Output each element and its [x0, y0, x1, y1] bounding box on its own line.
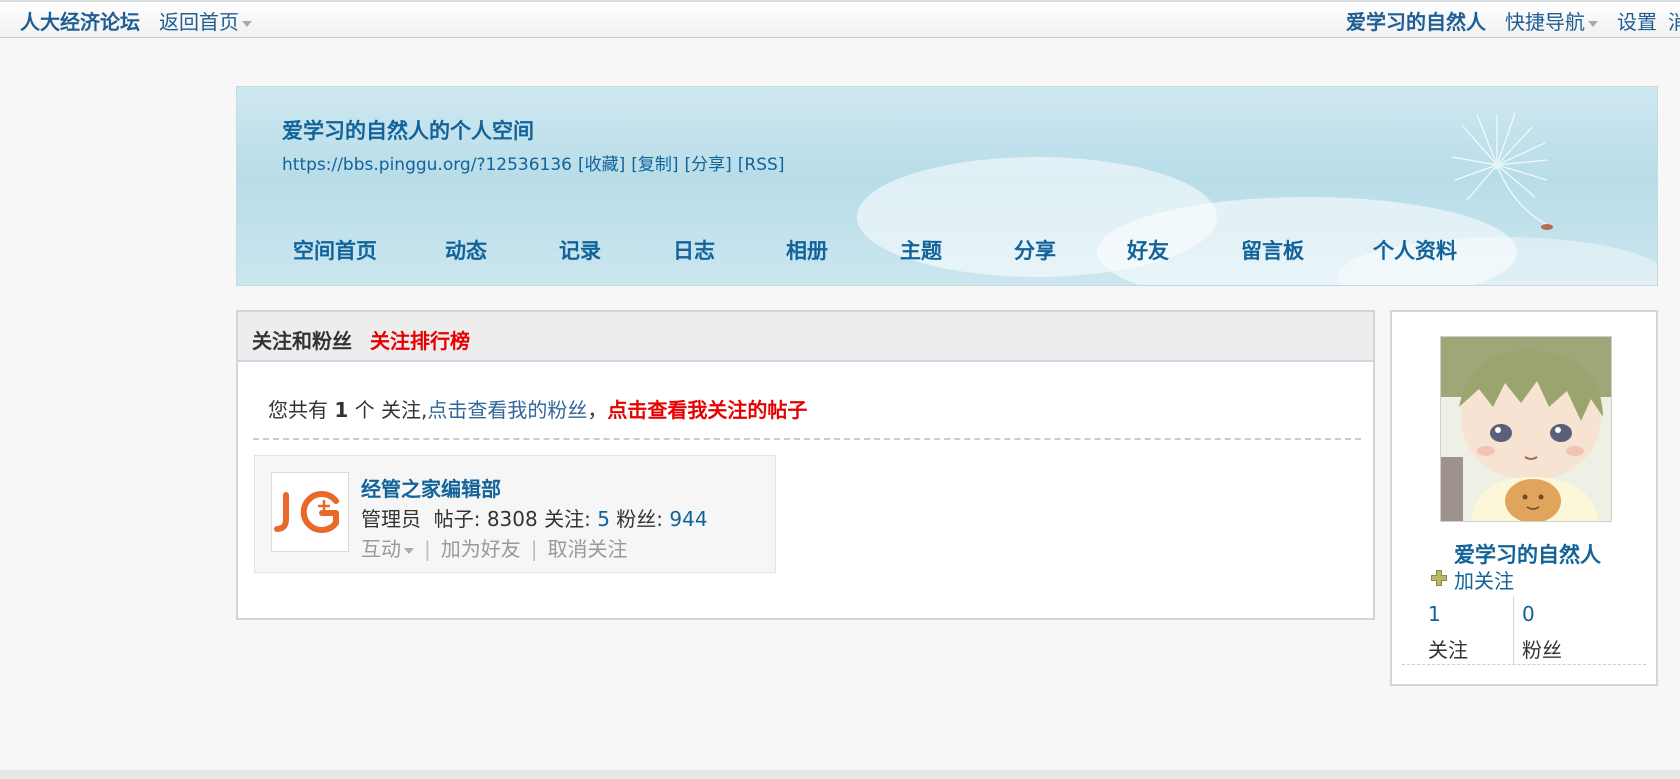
- site-logo-link[interactable]: 人大经济论坛: [20, 10, 140, 34]
- plus-icon: [1431, 570, 1447, 586]
- space-url[interactable]: https://bbs.pinggu.org/?12536136: [282, 155, 572, 175]
- following-label: 关注: [1428, 638, 1468, 662]
- space-header-banner: 爱学习的自然人的个人空间 https://bbs.pinggu.org/?125…: [236, 86, 1658, 286]
- nav-friends[interactable]: 好友: [1127, 235, 1169, 265]
- dandelion-icon: [1451, 112, 1553, 230]
- fans-count: 0: [1522, 602, 1535, 626]
- top-bar: 人大经济论坛 返回首页 爱学习的自然人 快捷导航 设置 消: [0, 0, 1680, 38]
- bottom-bar: [0, 770, 1680, 779]
- avatar[interactable]: [1440, 336, 1612, 522]
- nav-share[interactable]: 分享: [1014, 235, 1056, 265]
- nav-threads[interactable]: 主题: [900, 235, 942, 265]
- following-count: 1: [1428, 602, 1441, 626]
- fans-label: 粉丝: [1522, 638, 1562, 662]
- follow-count-link[interactable]: 5: [597, 507, 610, 531]
- following-card: 经管之家编辑部 管理员 帖子: 8308 关注: 5 粉丝: 944 互动 | 加为…: [254, 455, 776, 573]
- following-user-name[interactable]: 经管之家编辑部: [361, 473, 501, 502]
- space-title: 爱学习的自然人的个人空间: [282, 119, 534, 143]
- summary-count: 1: [334, 398, 349, 422]
- follow-panel-header: 关注和粉丝 关注排行榜: [238, 312, 1373, 362]
- summary-comma: ，: [587, 398, 608, 422]
- interact-label: 互动: [361, 537, 401, 561]
- following-actions: 互动 | 加为好友 | 取消关注: [361, 533, 628, 562]
- add-friend-link[interactable]: 加为好友: [441, 537, 521, 561]
- chevron-down-icon: [242, 20, 252, 27]
- nav-album[interactable]: 相册: [786, 235, 828, 265]
- divider: [253, 438, 1361, 440]
- fans-count-link[interactable]: 944: [669, 507, 707, 531]
- nav-blog[interactable]: 日志: [673, 235, 715, 265]
- bookmark-link[interactable]: [收藏]: [578, 155, 625, 175]
- anime-child-avatar-icon: [1441, 337, 1611, 521]
- view-followed-posts-link[interactable]: 点击查看我关注的帖子: [607, 398, 807, 422]
- profile-sidebar: 爱学习的自然人 加关注 1 关注 0 粉丝: [1390, 310, 1658, 686]
- add-follow-button[interactable]: 加关注: [1430, 565, 1514, 594]
- separator: |: [424, 537, 431, 561]
- space-url-line: https://bbs.pinggu.org/?12536136 [收藏] [复制]…: [282, 150, 790, 175]
- messages-link[interactable]: 消: [1668, 10, 1680, 34]
- avatar[interactable]: [271, 472, 349, 552]
- posts-label: 帖子:: [433, 507, 481, 531]
- nav-feed[interactable]: 动态: [445, 235, 487, 265]
- summary-suffix: 个 关注,: [354, 398, 428, 422]
- quick-nav-label: 快捷导航: [1505, 10, 1585, 34]
- posts-count: 8308: [486, 507, 538, 531]
- share-link[interactable]: [分享]: [685, 155, 732, 175]
- fans-stat[interactable]: 0 粉丝: [1522, 600, 1632, 668]
- follow-panel-title: 关注和粉丝: [252, 329, 352, 353]
- fans-label: 粉丝:: [616, 507, 664, 531]
- user-role: 管理员: [361, 507, 421, 531]
- chevron-down-icon: [404, 547, 414, 554]
- rss-link[interactable]: [RSS]: [738, 155, 785, 175]
- quick-nav-menu[interactable]: 快捷导航: [1505, 10, 1598, 34]
- home-link[interactable]: 返回首页: [159, 10, 252, 34]
- unfollow-link[interactable]: 取消关注: [548, 537, 628, 561]
- nav-guestbook[interactable]: 留言板: [1241, 235, 1304, 265]
- nav-records[interactable]: 记录: [559, 235, 601, 265]
- copy-link[interactable]: [复制]: [631, 155, 678, 175]
- jg-logo-icon: [274, 491, 339, 533]
- follow-panel: 关注和粉丝 关注排行榜 您共有 1 个 关注,点击查看我的粉丝，点击查看我关注的…: [236, 310, 1375, 620]
- chevron-down-icon: [1588, 20, 1598, 27]
- separator: |: [530, 537, 538, 561]
- follow-summary: 您共有 1 个 关注,点击查看我的粉丝，点击查看我关注的帖子: [268, 394, 807, 423]
- settings-link[interactable]: 设置: [1617, 10, 1657, 34]
- divider: [1402, 664, 1646, 665]
- view-fans-link[interactable]: 点击查看我的粉丝: [427, 398, 587, 422]
- divider: [1513, 596, 1514, 664]
- interact-menu[interactable]: 互动: [361, 537, 414, 561]
- summary-prefix: 您共有: [268, 398, 328, 422]
- user-menu-link[interactable]: 爱学习的自然人: [1346, 10, 1486, 34]
- follow-label: 关注:: [544, 507, 591, 531]
- following-user-stats: 管理员 帖子: 8308 关注: 5 粉丝: 944: [361, 503, 708, 532]
- home-link-label: 返回首页: [159, 10, 239, 34]
- nav-space-home[interactable]: 空间首页: [293, 235, 377, 265]
- add-follow-label: 加关注: [1454, 569, 1514, 593]
- nav-profile[interactable]: 个人资料: [1373, 235, 1457, 265]
- follow-ranking-link[interactable]: 关注排行榜: [370, 325, 470, 354]
